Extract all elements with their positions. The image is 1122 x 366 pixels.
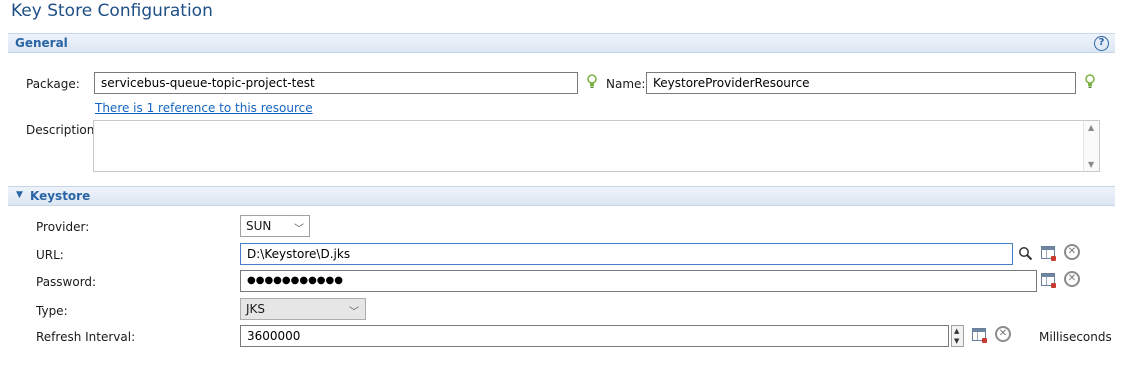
- search-icon[interactable]: [1018, 246, 1033, 261]
- clear-icon[interactable]: ✕: [1064, 271, 1080, 287]
- refresh-interval-unit: Milliseconds: [1039, 330, 1112, 344]
- package-field[interactable]: servicebus-queue-topic-project-test: [94, 72, 578, 94]
- name-label: Name:: [606, 77, 646, 91]
- page-title: Key Store Configuration: [11, 1, 213, 21]
- refresh-interval-stepper[interactable]: ▲ ▼: [951, 325, 964, 347]
- general-section-title: General: [15, 36, 68, 50]
- keystore-section-header[interactable]: ▼ Keystore: [8, 186, 1115, 206]
- provider-select[interactable]: SUN ﹀: [240, 215, 310, 237]
- variable-table-marker: [1051, 283, 1056, 288]
- variable-table-marker: [982, 338, 987, 343]
- help-icon[interactable]: ?: [1094, 36, 1109, 51]
- refresh-interval-label: Refresh Interval:: [36, 330, 136, 344]
- chevron-down-icon: ﹀: [294, 224, 304, 235]
- package-label: Package:: [26, 77, 80, 91]
- variable-table-marker: [1051, 256, 1056, 261]
- password-field[interactable]: ●●●●●●●●●●●: [240, 270, 1037, 292]
- refresh-interval-field[interactable]: 3600000: [240, 325, 949, 347]
- scroll-down-icon[interactable]: ▼: [1088, 160, 1094, 169]
- password-label: Password:: [36, 275, 97, 289]
- provider-label: Provider:: [36, 220, 90, 234]
- lightbulb-icon: [1085, 74, 1095, 88]
- clear-icon[interactable]: ✕: [1064, 244, 1080, 260]
- triangle-down-icon[interactable]: ▼: [16, 190, 23, 200]
- type-value: JKS: [246, 302, 266, 316]
- type-label: Type:: [36, 304, 68, 318]
- lightbulb-icon: [587, 74, 597, 88]
- stepper-up-icon[interactable]: ▲: [954, 327, 959, 335]
- provider-value: SUN: [246, 219, 272, 233]
- url-label: URL:: [36, 248, 64, 262]
- description-field[interactable]: ▲ ▼: [93, 120, 1100, 172]
- stepper-down-icon[interactable]: ▼: [954, 337, 959, 345]
- reference-link[interactable]: There is 1 reference to this resource: [95, 101, 313, 115]
- keystore-section-title: Keystore: [30, 189, 91, 203]
- name-field[interactable]: KeystoreProviderResource: [646, 72, 1076, 94]
- general-section-header[interactable]: General ?: [8, 33, 1115, 53]
- clear-icon[interactable]: ✕: [995, 326, 1011, 342]
- url-field[interactable]: D:\Keystore\D.jks: [240, 243, 1013, 265]
- description-scrollbar[interactable]: ▲ ▼: [1083, 121, 1099, 171]
- chevron-down-icon: ﹀: [349, 307, 359, 318]
- scroll-up-icon[interactable]: ▲: [1088, 123, 1094, 132]
- description-label: Description:: [26, 123, 99, 137]
- type-select[interactable]: JKS ﹀: [240, 298, 366, 320]
